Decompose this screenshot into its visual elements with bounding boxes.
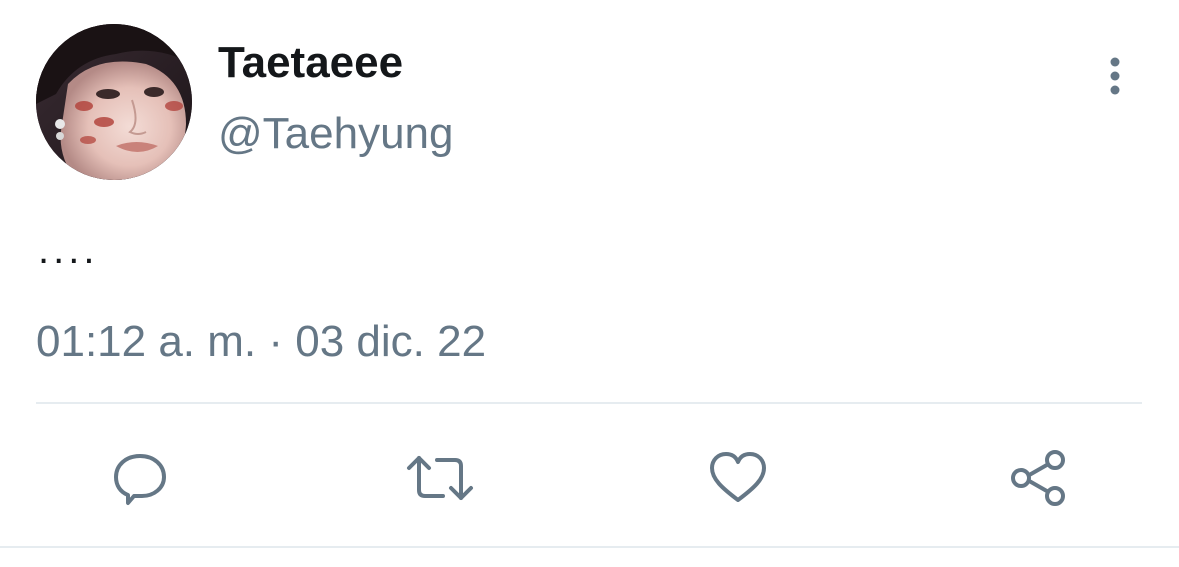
more-vertical-icon bbox=[1110, 57, 1120, 95]
avatar[interactable] bbox=[36, 24, 192, 180]
tweet-timestamp: 01:12 a. m. · 03 dic. 22 bbox=[36, 317, 487, 366]
tweet-card: Taetaeee @Taehyung .... 01:12 a. m. · 03… bbox=[0, 0, 1179, 567]
like-button[interactable] bbox=[702, 442, 774, 514]
reply-button[interactable] bbox=[104, 442, 176, 514]
share-button[interactable] bbox=[1002, 442, 1074, 514]
heart-icon bbox=[710, 452, 766, 502]
retweet-button[interactable] bbox=[404, 442, 476, 514]
more-options-button[interactable] bbox=[1096, 52, 1134, 100]
avatar-image bbox=[36, 24, 192, 180]
bottom-divider bbox=[0, 546, 1179, 548]
reply-icon bbox=[114, 454, 166, 505]
tweet-text: .... bbox=[38, 228, 99, 272]
display-name[interactable]: Taetaeee bbox=[218, 38, 403, 88]
user-handle[interactable]: @Taehyung bbox=[218, 108, 454, 160]
retweet-icon bbox=[407, 456, 473, 500]
share-icon bbox=[1011, 450, 1065, 506]
divider bbox=[36, 402, 1142, 404]
